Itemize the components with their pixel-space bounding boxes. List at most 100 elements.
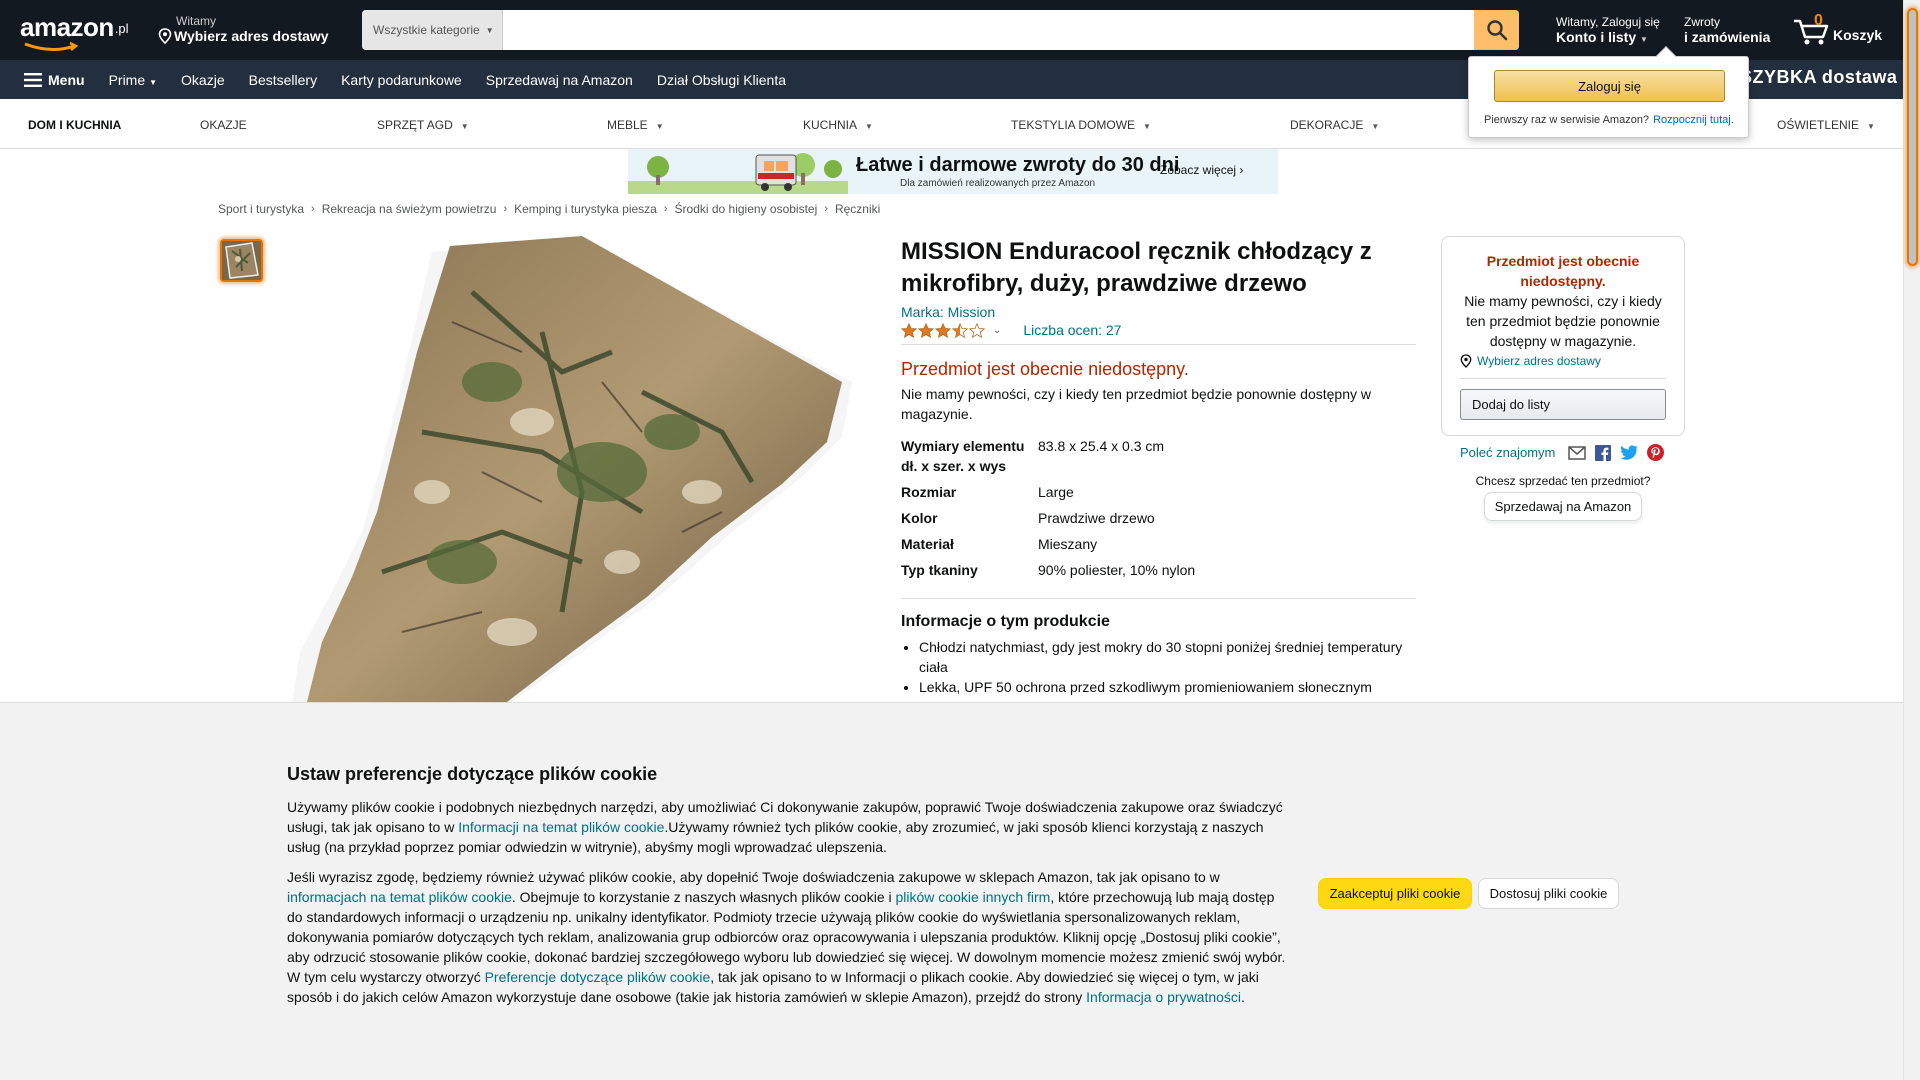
dropdown-caret-icon: ▼ [485,25,494,35]
nav-item-sell[interactable]: Sprzedawaj na Amazon [486,72,633,88]
category-label: OŚWIETLENIE [1777,118,1860,132]
spec-value: Prawdziwe drzewo [1038,510,1155,526]
pinterest-icon[interactable] [1647,444,1665,461]
category-meble[interactable]: MEBLE ▼ [607,118,664,132]
category-tekstylia[interactable]: TEKSTYLIA DOMOWE ▼ [1011,118,1151,132]
category-oswietlenie[interactable]: OŚWIETLENIE ▼ [1777,118,1875,132]
banner-title: Łatwe i darmowe zwroty do 30 dni [856,154,1180,176]
top-nav: amazon .pl Witamy Wybierz adres dostawy … [0,0,1903,60]
category-dekoracje[interactable]: DEKORACJE ▼ [1290,118,1379,132]
nav-item-okazje[interactable]: Okazje [181,72,225,88]
spec-row: Materiał Mieszany [901,534,1195,560]
breadcrumb-item[interactable]: Środki do higieny osobistej [675,202,818,216]
cookie-text: . [1241,989,1245,1005]
add-to-list-button[interactable]: Dodaj do listy [1460,389,1666,420]
star-empty-icon [969,322,985,338]
menu-label: Menu [48,71,85,88]
category-label: TEKSTYLIA DOMOWE [1011,118,1136,132]
spec-key: Rozmiar [901,484,957,500]
cookie-info-link[interactable]: informacjach na temat plików cookie [287,889,512,905]
cart-button[interactable]: 0 Koszyk [1793,12,1883,48]
spec-key: Materiał [901,536,954,552]
choose-address-label: Wybierz adres dostawy [1477,354,1601,368]
search-category-select[interactable]: Wszystkie kategorie ▼ [362,10,503,50]
returns-orders[interactable]: Zwroty i zamówienia [1684,15,1770,45]
cookie-info-link[interactable]: Informacji na temat plików cookie [458,819,664,835]
rating-row: ⌄ Liczba ocen: 27 [901,322,1416,345]
scrollbar-thumb[interactable] [1907,8,1918,266]
availability-status: Przedmiot jest obecnie niedostępny. [901,359,1189,379]
returns-line1: Zwroty [1684,15,1720,29]
hamburger-icon [24,72,42,87]
search-button[interactable] [1474,10,1519,50]
breadcrumb-item[interactable]: Rekreacja na świeżym powietrzu [322,202,497,216]
category-home[interactable]: DOM I KUCHNIA [28,118,121,132]
breadcrumb-item[interactable]: Kemping i turystyka piesza [514,202,657,216]
spec-key: Wymiary elementu dł. x szer. x wys [901,438,1025,474]
availability-note: Nie mamy pewności, czy i kiedy ten przed… [901,386,1372,422]
nav-item-prime[interactable]: Prime ▼ [109,72,157,88]
caret-icon: ▼ [1371,122,1380,131]
page: amazon .pl Witamy Wybierz adres dostawy … [0,0,1920,1080]
start-here-link[interactable]: Rozpocznij tutaj. [1653,114,1734,126]
thumbnail-image [222,241,261,280]
breadcrumb: Sport i turystyka › Rekreacja na świeżym … [218,202,880,216]
rating-count-link[interactable]: Liczba ocen: 27 [1023,322,1121,338]
privacy-notice-link[interactable]: Informacja o prywatności [1086,989,1241,1005]
third-party-cookies-link[interactable]: plików cookie innych firm [896,889,1051,905]
breadcrumb-item[interactable]: Ręczniki [835,202,880,216]
signin-button[interactable]: Zaloguj się [1494,70,1725,102]
product-main-image[interactable] [282,232,862,702]
breadcrumb-separator-icon: › [663,203,668,215]
deliver-to[interactable]: Witamy Wybierz adres dostawy [158,14,329,44]
category-okazje[interactable]: OKAZJE [200,118,247,132]
choose-address-link[interactable]: Wybierz adres dostawy [1460,354,1666,379]
breadcrumb-separator-icon: › [503,203,508,215]
accept-cookies-button[interactable]: Zaakceptuj pliki cookie [1318,878,1472,909]
product-specs-table: Wymiary elementu dł. x szer. x wys 83.8 x… [901,436,1195,586]
location-pin-icon [1460,354,1472,368]
returns-line2: i zamówienia [1684,29,1771,45]
spec-row: Typ tkaniny 90% poliester, 10% nylon [901,560,1195,586]
cookie-heading: Ustaw preferencje dotyczące plików cooki… [287,764,658,784]
caret-icon: ▼ [1143,122,1151,131]
rating-caret-icon[interactable]: ⌄ [993,325,1001,336]
caret-icon: ▼ [655,122,664,131]
nav-item-gift-cards[interactable]: Karty podarunkowe [341,72,462,88]
caret-icon: ▼ [1640,35,1648,44]
nav-item-customer-service[interactable]: Dział Obsługi Klienta [657,72,786,88]
location-pin-icon [158,28,172,44]
spec-row: Rozmiar Large [901,482,1195,508]
signin-flyout: Zaloguj się Pierwszy raz w serwisie Amaz… [1468,46,1749,138]
new-customer-text: Pierwszy raz w serwisie Amazon? Rozpoczni… [1484,114,1734,126]
nav-item-bestsellery[interactable]: Bestsellery [249,72,317,88]
category-kuchnia[interactable]: KUCHNIA ▼ [803,118,873,132]
cart-label: Koszyk [1833,27,1883,43]
email-icon[interactable] [1568,445,1587,460]
account-line2: Konto i listy [1556,29,1637,45]
breadcrumb-item[interactable]: Sport i turystyka [218,202,304,216]
about-heading: Informacje o tym produkcie [901,598,1416,631]
deliver-line1: Witamy [176,14,216,28]
customize-cookies-button[interactable]: Dostosuj pliki cookie [1478,878,1619,909]
page-scrollbar[interactable] [1903,0,1920,1080]
facebook-icon[interactable] [1595,444,1612,461]
caret-icon: ▼ [149,77,158,87]
cookie-preferences-link[interactable]: Preferencje dotyczące plików cookie [485,969,711,985]
category-agd[interactable]: SPRZĘT AGD ▼ [377,118,469,132]
share-link[interactable]: Poleć znajomym [1460,445,1555,460]
nav-promo[interactable]: SZYBKA dostawa [1740,67,1897,88]
account-lists[interactable]: Witamy, Zaloguj się Konto i listy ▼ [1556,15,1660,45]
sell-on-amazon-button[interactable]: Sprzedawaj na Amazon [1484,492,1642,521]
twitter-icon[interactable] [1620,445,1638,460]
star-rating[interactable] [901,322,985,338]
returns-banner[interactable]: Łatwe i darmowe zwroty do 30 dni Dla zam… [628,149,1278,194]
image-thumbnail[interactable] [220,239,263,282]
brand-link[interactable]: Marka: Mission [901,304,1416,320]
category-label: DEKORACJE [1290,118,1364,132]
cookie-consent-banner: Ustaw preferencje dotyczące plików cooki… [0,702,1903,1080]
amazon-logo[interactable]: amazon .pl [20,12,129,51]
hamburger-menu-button[interactable]: Menu [24,72,85,88]
search-input[interactable] [503,10,1474,50]
sell-question: Chcesz sprzedać ten przedmiot? [1475,474,1651,488]
